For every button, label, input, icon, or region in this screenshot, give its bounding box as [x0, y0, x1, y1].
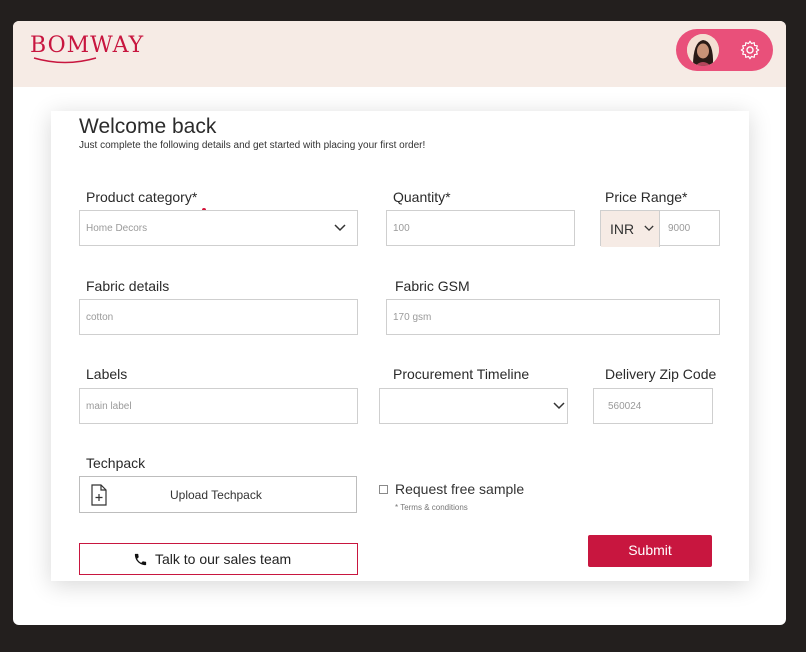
procurement-timeline-label: Procurement Timeline [393, 366, 530, 382]
techpack-label: Techpack [86, 455, 146, 471]
labels-label: Labels [86, 366, 128, 382]
quantity-placeholder: 100 [393, 223, 410, 234]
price-range-group: INR 9000 [600, 210, 720, 247]
top-header: BOMWAY [13, 21, 786, 87]
labels-placeholder: main label [86, 401, 132, 412]
welcome-subtitle: Just complete the following details and … [79, 140, 426, 151]
product-category-label: Product category* [86, 189, 198, 205]
upload-techpack-button[interactable]: Upload Techpack [79, 476, 357, 513]
talk-to-sales-label: Talk to our sales team [155, 551, 292, 567]
user-avatar[interactable] [687, 34, 719, 66]
bomway-logo[interactable]: BOMWAY [30, 33, 144, 58]
delivery-zip-placeholder: 560024 [608, 401, 642, 412]
file-add-icon [91, 484, 107, 506]
gear-icon[interactable] [739, 39, 761, 61]
chevron-down-icon [644, 225, 654, 232]
talk-to-sales-button[interactable]: Talk to our sales team [79, 543, 358, 575]
currency-value: INR [610, 221, 635, 237]
fabric-details-label: Fabric details [86, 278, 170, 294]
logo-smile-arc [33, 57, 97, 64]
product-category-select[interactable]: Home Decors [79, 210, 358, 246]
procurement-timeline-select[interactable] [379, 388, 568, 424]
fabric-details-placeholder: cotton [86, 312, 114, 323]
labels-input[interactable]: main label [79, 388, 358, 424]
quantity-input[interactable]: 100 [386, 210, 575, 246]
delivery-zip-input[interactable]: 560024 [593, 388, 713, 424]
chevron-down-icon [553, 402, 565, 410]
app-window: BOMWAY Welcome back Just complete the fo… [13, 21, 786, 625]
fabric-gsm-label: Fabric GSM [395, 278, 470, 294]
submit-label: Submit [628, 542, 672, 558]
submit-button[interactable]: Submit [588, 535, 712, 567]
free-sample-checkbox[interactable] [379, 485, 388, 494]
price-placeholder[interactable]: 9000 [668, 223, 690, 234]
upload-techpack-label: Upload Techpack [170, 488, 262, 502]
avatar-portrait [687, 34, 719, 66]
quantity-label: Quantity* [393, 189, 451, 205]
fabric-details-input[interactable]: cotton [79, 299, 358, 335]
phone-icon [134, 553, 147, 566]
currency-select[interactable]: INR [601, 211, 660, 247]
fabric-gsm-input[interactable]: 170 gsm [386, 299, 720, 335]
fabric-gsm-placeholder: 170 gsm [393, 312, 432, 323]
user-menu-pill[interactable] [676, 29, 773, 71]
chevron-down-icon [334, 224, 346, 232]
delivery-zip-label: Delivery Zip Code [605, 366, 717, 382]
welcome-title: Welcome back [79, 115, 217, 138]
terms-link[interactable]: * Terms & conditions [395, 503, 468, 512]
price-range-label: Price Range* [605, 189, 688, 205]
product-category-value: Home Decors [86, 223, 148, 234]
free-sample-label[interactable]: Request free sample [395, 481, 524, 497]
